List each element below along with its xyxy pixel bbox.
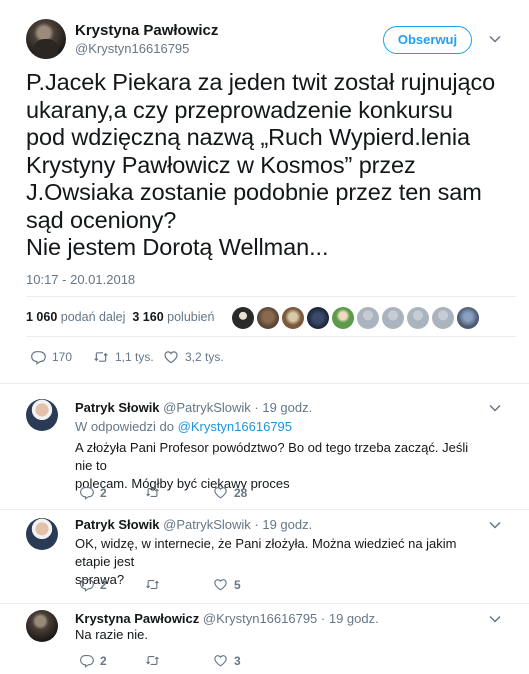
retweet-count: 1,1 tys.: [115, 350, 154, 364]
reply-action[interactable]: 2: [79, 577, 107, 592]
reply-text-line: polecam. Mógłby być ciekawy proces: [75, 476, 290, 491]
chevron-down-icon[interactable]: [488, 521, 502, 531]
liker-avatar[interactable]: [257, 307, 279, 329]
reply-icon: [31, 351, 46, 365]
like-action[interactable]: 3: [213, 653, 241, 668]
reply-action[interactable]: 2: [79, 485, 107, 500]
heart-icon: [214, 487, 227, 499]
author-avatar[interactable]: [26, 19, 66, 59]
tweet-text-line: pod wdzięczną nazwą „Ruch Wypierd.lenia: [26, 124, 470, 150]
liker-avatars: [232, 307, 479, 329]
reply-author-name[interactable]: Patryk Słowik: [75, 517, 160, 532]
reply-icon: [79, 578, 94, 592]
retweet-action[interactable]: 1,1 tys.: [93, 349, 154, 365]
reply-time[interactable]: · 19 godz.: [254, 400, 312, 415]
replying-prefix: W odpowiedzi do: [75, 419, 174, 434]
tweet-text-line: P.Jacek Piekara za jeden twit został ruj…: [26, 69, 496, 95]
reply-author-handle[interactable]: @PatrykSlowik: [163, 517, 251, 532]
reply-text: A złożyła Pani Profesor powództwo? Bo od…: [75, 439, 485, 493]
reply-author-handle[interactable]: @Krystyn16616795: [203, 611, 317, 626]
tweet-text-line: J.Owsiaka zostanie podobnie przez ten sa…: [26, 179, 482, 205]
reply-author-handle[interactable]: @PatrykSlowik: [163, 400, 251, 415]
reply-author-name[interactable]: Patryk Słowik: [75, 400, 160, 415]
reply-author-name[interactable]: Krystyna Pawłowicz: [75, 611, 199, 626]
liker-avatar[interactable]: [307, 307, 329, 329]
reply-action[interactable]: 2: [79, 653, 107, 668]
reply-header: Krystyna Pawłowicz @Krystyn16616795 · 19…: [75, 611, 379, 626]
reply-text-line: OK, widzę, w internecie, że Pani złożyła…: [75, 536, 457, 569]
reply-count: 2: [100, 485, 107, 500]
avatar[interactable]: [26, 610, 58, 642]
like-action[interactable]: 5: [213, 577, 241, 592]
chevron-down-icon[interactable]: [488, 35, 502, 45]
heart-icon: [214, 579, 227, 591]
reply-header: Patryk Słowik @PatrykSlowik · 19 godz.: [75, 400, 312, 415]
heart-icon: [214, 655, 227, 667]
divider: [0, 603, 529, 604]
reply-text-line: A złożyła Pani Profesor powództwo? Bo od…: [75, 440, 469, 473]
retweet-icon: [146, 580, 159, 589]
reply-action[interactable]: 170: [30, 349, 72, 365]
liker-avatar[interactable]: [282, 307, 304, 329]
author-handle[interactable]: @Krystyn16616795: [75, 41, 189, 56]
avatar[interactable]: [26, 518, 58, 550]
avatar[interactable]: [26, 399, 58, 431]
retweet-action[interactable]: [145, 577, 160, 592]
retweet-icon: [146, 656, 159, 665]
follow-button[interactable]: Obserwuj: [383, 26, 472, 54]
reply-count: 2: [100, 653, 107, 668]
retweet-icon: [94, 352, 108, 362]
liker-avatar[interactable]: [457, 307, 479, 329]
retweet-action[interactable]: [145, 653, 160, 668]
like-count: 28: [234, 485, 248, 500]
liker-avatar[interactable]: [407, 307, 429, 329]
likes-count[interactable]: 3 160: [132, 310, 163, 324]
retweets-count[interactable]: 1 060: [26, 310, 57, 324]
like-count: 5: [234, 577, 241, 592]
liker-avatar[interactable]: [432, 307, 454, 329]
tweet-timestamp[interactable]: 10:17 - 20.01.2018: [26, 272, 135, 287]
reply-text: OK, widzę, w internecie, że Pani złożyła…: [75, 535, 485, 589]
reply-count: 170: [52, 350, 73, 364]
liker-avatar[interactable]: [332, 307, 354, 329]
reply-header: Patryk Słowik @PatrykSlowik · 19 godz.: [75, 517, 312, 532]
tweet-stats: 1 060 podań dalej 3 160 polubień: [26, 310, 214, 324]
liker-avatar[interactable]: [382, 307, 404, 329]
retweet-icon: [146, 488, 159, 497]
reply-text: Na razie nie.: [75, 626, 485, 644]
reply-time[interactable]: · 19 godz.: [321, 611, 379, 626]
reply-text-line: sprawa?: [75, 572, 125, 587]
divider: [0, 509, 529, 510]
author-name[interactable]: Krystyna Pawłowicz: [75, 22, 218, 39]
tweet-text-line: ukarany,a czy przeprowadzenie konkursu: [26, 96, 453, 123]
tweet-text-line: Krystyny Pawłowicz w Kosmos” przez: [26, 151, 416, 178]
replying-to-link[interactable]: @Krystyn16616795: [178, 419, 292, 434]
reply-icon: [79, 486, 94, 500]
reply-count: 2: [100, 577, 107, 592]
divider: [26, 296, 516, 297]
divider: [26, 336, 516, 337]
heart-icon: [164, 351, 178, 364]
tweet-text: P.Jacek Piekara za jeden twit został ruj…: [26, 69, 516, 262]
reply-icon: [79, 654, 94, 668]
chevron-down-icon[interactable]: [488, 404, 502, 414]
liker-avatar[interactable]: [232, 307, 254, 329]
tweet-text-line: sąd oceniony?: [26, 206, 177, 233]
like-count: 3: [234, 653, 241, 668]
likes-label[interactable]: polubień: [167, 310, 214, 324]
retweet-action[interactable]: [145, 485, 160, 500]
like-action[interactable]: 3,2 tys.: [163, 349, 224, 365]
reply-text-line: Na razie nie.: [75, 627, 148, 642]
chevron-down-icon[interactable]: [488, 615, 502, 625]
retweets-label[interactable]: podań dalej: [61, 310, 126, 324]
like-action[interactable]: 28: [213, 485, 247, 500]
liker-avatar[interactable]: [357, 307, 379, 329]
replying-to: W odpowiedzi do @Krystyn16616795: [75, 419, 292, 434]
divider: [0, 383, 529, 384]
like-count: 3,2 tys.: [185, 350, 224, 364]
tweet-text-line: Nie jestem Dorotą Wellman...: [26, 234, 329, 260]
reply-time[interactable]: · 19 godz.: [254, 517, 312, 532]
